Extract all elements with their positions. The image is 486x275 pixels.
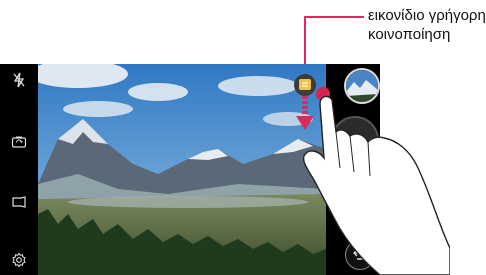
left-toolbar bbox=[0, 64, 38, 275]
callout-line-1: εικονίδιο γρήγορη bbox=[368, 7, 486, 24]
hand-gesture-illustration bbox=[302, 95, 450, 275]
callout-line-2: κοινοποίηση bbox=[368, 26, 451, 43]
camera-viewfinder[interactable] bbox=[38, 64, 326, 275]
flash-off-icon[interactable] bbox=[11, 72, 27, 88]
settings-icon[interactable] bbox=[11, 252, 27, 268]
switch-camera-icon[interactable] bbox=[11, 134, 27, 150]
callout-label: εικονίδιο γρήγορη κοινοποίηση bbox=[368, 6, 486, 44]
callout-connector bbox=[304, 16, 364, 18]
camera-mode-icon[interactable] bbox=[11, 194, 27, 210]
